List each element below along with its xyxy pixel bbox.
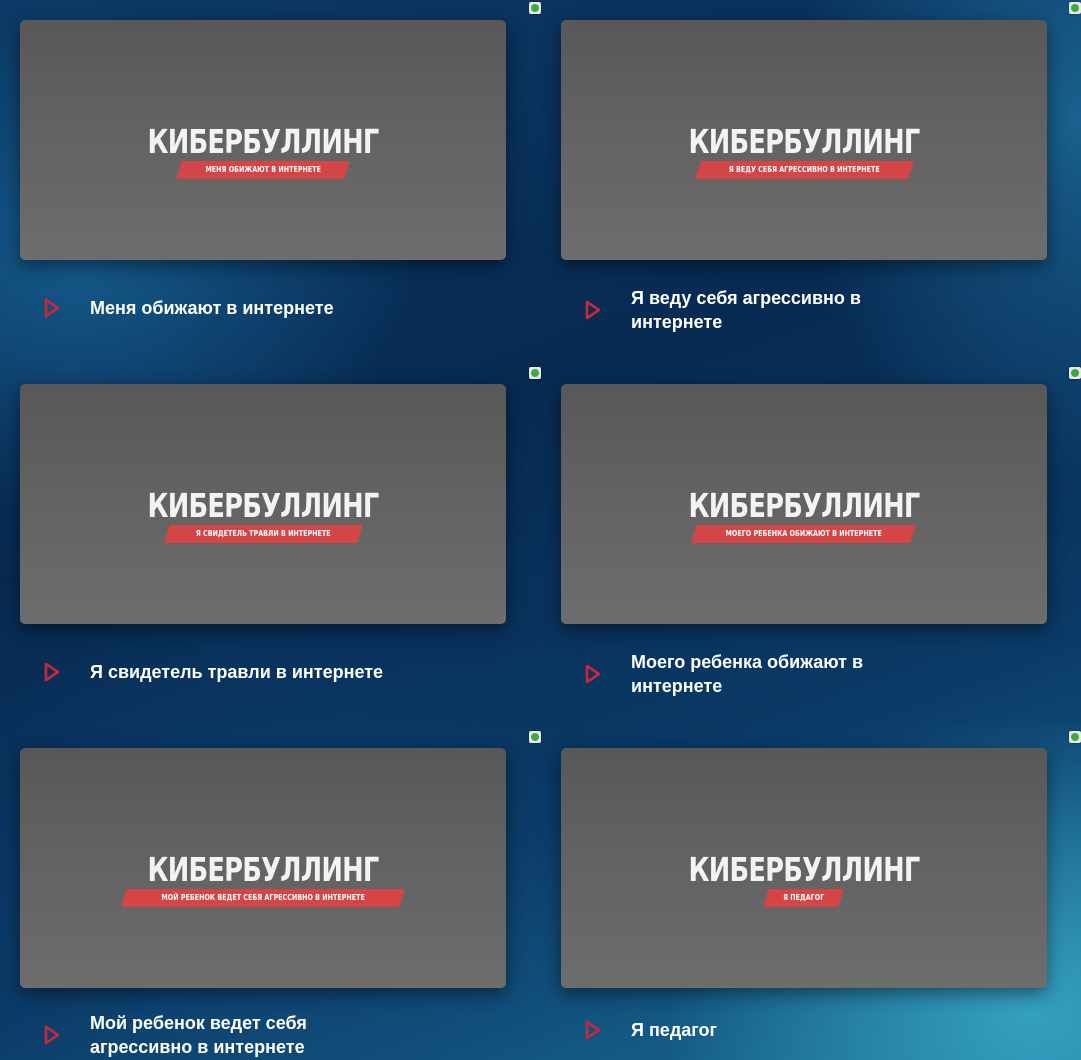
caption-line-1: Мой ребенок ведет себя: [90, 1013, 307, 1033]
video-thumbnail[interactable]: КИБЕРБУЛЛИНГ МЕНЯ ОБИЖАЮТ В ИНТЕРНЕТЕ: [20, 20, 506, 260]
logo-subtitle-banner: МОЕГО РЕБЕНКА ОБИЖАЮТ В ИНТЕРНЕТЕ: [691, 525, 917, 543]
video-thumbnail[interactable]: КИБЕРБУЛЛИНГ Я СВИДЕТЕЛЬ ТРАВЛИ В ИНТЕРН…: [20, 384, 506, 624]
video-card[interactable]: КИБЕРБУЛЛИНГ МЕНЯ ОБИЖАЮТ В ИНТЕРНЕТЕ: [20, 20, 506, 260]
play-icon: [44, 1025, 60, 1045]
logo-subtitle-banner: Я СВИДЕТЕЛЬ ТРАВЛИ В ИНТЕРНЕТЕ: [164, 525, 362, 543]
caption-line-1: Я веду себя агрессивно в: [631, 288, 861, 308]
green-dot-badge-icon[interactable]: [529, 2, 541, 14]
logo-title: КИБЕРБУЛЛИНГ: [688, 850, 920, 889]
green-dot-badge-icon[interactable]: [1069, 731, 1081, 743]
green-dot-badge-icon[interactable]: [529, 731, 541, 743]
video-thumbnail[interactable]: КИБЕРБУЛЛИНГ Я ВЕДУ СЕБЯ АГРЕССИВНО В ИН…: [561, 20, 1047, 260]
video-card[interactable]: КИБЕРБУЛЛИНГ Я ВЕДУ СЕБЯ АГРЕССИВНО В ИН…: [561, 20, 1047, 260]
logo-subtitle-banner: Я ПЕДАГОГ: [763, 889, 845, 907]
video-caption: Меня обижают в интернете: [90, 298, 334, 318]
video-caption-link[interactable]: Я веду себя агрессивно в интернете: [585, 286, 861, 334]
cyberbullying-logo: КИБЕРБУЛЛИНГ Я ВЕДУ СЕБЯ АГРЕССИВНО В ИН…: [561, 125, 1047, 179]
logo-title: КИБЕРБУЛЛИНГ: [147, 486, 379, 525]
logo-title: КИБЕРБУЛЛИНГ: [147, 850, 379, 889]
video-card[interactable]: КИБЕРБУЛЛИНГ Я ПЕДАГОГ: [561, 748, 1047, 988]
play-icon: [585, 300, 601, 320]
video-card[interactable]: КИБЕРБУЛЛИНГ МОЙ РЕБЕНОК ВЕДЕТ СЕБЯ АГРЕ…: [20, 748, 506, 988]
logo-subtitle: МОЙ РЕБЕНОК ВЕДЕТ СЕБЯ АГРЕССИВНО В ИНТЕ…: [161, 893, 365, 902]
video-caption: Я веду себя агрессивно в интернете: [631, 286, 861, 334]
cyberbullying-logo: КИБЕРБУЛЛИНГ МЕНЯ ОБИЖАЮТ В ИНТЕРНЕТЕ: [20, 125, 506, 179]
logo-subtitle: Я ВЕДУ СЕБЯ АГРЕССИВНО В ИНТЕРНЕТЕ: [728, 165, 880, 174]
video-caption-link[interactable]: Я педагог: [585, 1018, 717, 1042]
logo-subtitle-banner: МОЙ РЕБЕНОК ВЕДЕТ СЕБЯ АГРЕССИВНО В ИНТЕ…: [121, 889, 405, 907]
cyberbullying-logo: КИБЕРБУЛЛИНГ МОЕГО РЕБЕНКА ОБИЖАЮТ В ИНТ…: [561, 489, 1047, 543]
logo-title: КИБЕРБУЛЛИНГ: [688, 122, 920, 161]
video-caption-link[interactable]: Моего ребенка обижают в интернете: [585, 650, 863, 698]
cyberbullying-logo: КИБЕРБУЛЛИНГ Я СВИДЕТЕЛЬ ТРАВЛИ В ИНТЕРН…: [20, 489, 506, 543]
logo-subtitle: Я СВИДЕТЕЛЬ ТРАВЛИ В ИНТЕРНЕТЕ: [195, 529, 331, 538]
cyberbullying-logo: КИБЕРБУЛЛИНГ Я ПЕДАГОГ: [561, 853, 1047, 907]
logo-title: КИБЕРБУЛЛИНГ: [688, 486, 920, 525]
video-thumbnail[interactable]: КИБЕРБУЛЛИНГ МОЕГО РЕБЕНКА ОБИЖАЮТ В ИНТ…: [561, 384, 1047, 624]
caption-line-2: агрессивно в интернете: [90, 1037, 305, 1057]
green-dot-badge-icon[interactable]: [1069, 2, 1081, 14]
video-caption: Моего ребенка обижают в интернете: [631, 650, 863, 698]
cyberbullying-logo: КИБЕРБУЛЛИНГ МОЙ РЕБЕНОК ВЕДЕТ СЕБЯ АГРЕ…: [20, 853, 506, 907]
caption-line-2: интернете: [631, 676, 723, 696]
play-icon: [44, 298, 60, 318]
video-caption: Мой ребенок ведет себя агрессивно в интер…: [90, 1011, 307, 1059]
logo-subtitle: МЕНЯ ОБИЖАЮТ В ИНТЕРНЕТЕ: [205, 165, 321, 174]
logo-subtitle: Я ПЕДАГОГ: [783, 893, 825, 902]
video-caption: Я педагог: [631, 1020, 718, 1040]
logo-subtitle-banner: МЕНЯ ОБИЖАЮТ В ИНТЕРНЕТЕ: [176, 161, 350, 179]
green-dot-badge-icon[interactable]: [1069, 367, 1081, 379]
video-caption-link[interactable]: Меня обижают в интернете: [44, 296, 334, 320]
logo-subtitle-banner: Я ВЕДУ СЕБЯ АГРЕССИВНО В ИНТЕРНЕТЕ: [695, 161, 913, 179]
video-caption: Я свидетель травли в интернете: [90, 662, 384, 682]
logo-subtitle: МОЕГО РЕБЕНКА ОБИЖАЮТ В ИНТЕРНЕТЕ: [725, 529, 883, 538]
video-caption-link[interactable]: Я свидетель травли в интернете: [44, 660, 383, 684]
video-card[interactable]: КИБЕРБУЛЛИНГ Я СВИДЕТЕЛЬ ТРАВЛИ В ИНТЕРН…: [20, 384, 506, 624]
caption-line-1: Моего ребенка обижают в: [631, 652, 864, 672]
video-caption-link[interactable]: Мой ребенок ведет себя агрессивно в интер…: [44, 1011, 307, 1059]
video-thumbnail[interactable]: КИБЕРБУЛЛИНГ МОЙ РЕБЕНОК ВЕДЕТ СЕБЯ АГРЕ…: [20, 748, 506, 988]
logo-title: КИБЕРБУЛЛИНГ: [147, 122, 379, 161]
green-dot-badge-icon[interactable]: [529, 367, 541, 379]
play-icon: [44, 662, 60, 682]
video-thumbnail[interactable]: КИБЕРБУЛЛИНГ Я ПЕДАГОГ: [561, 748, 1047, 988]
video-card[interactable]: КИБЕРБУЛЛИНГ МОЕГО РЕБЕНКА ОБИЖАЮТ В ИНТ…: [561, 384, 1047, 624]
caption-line-2: интернете: [631, 312, 723, 332]
play-icon: [585, 1020, 601, 1040]
play-icon: [585, 664, 601, 684]
